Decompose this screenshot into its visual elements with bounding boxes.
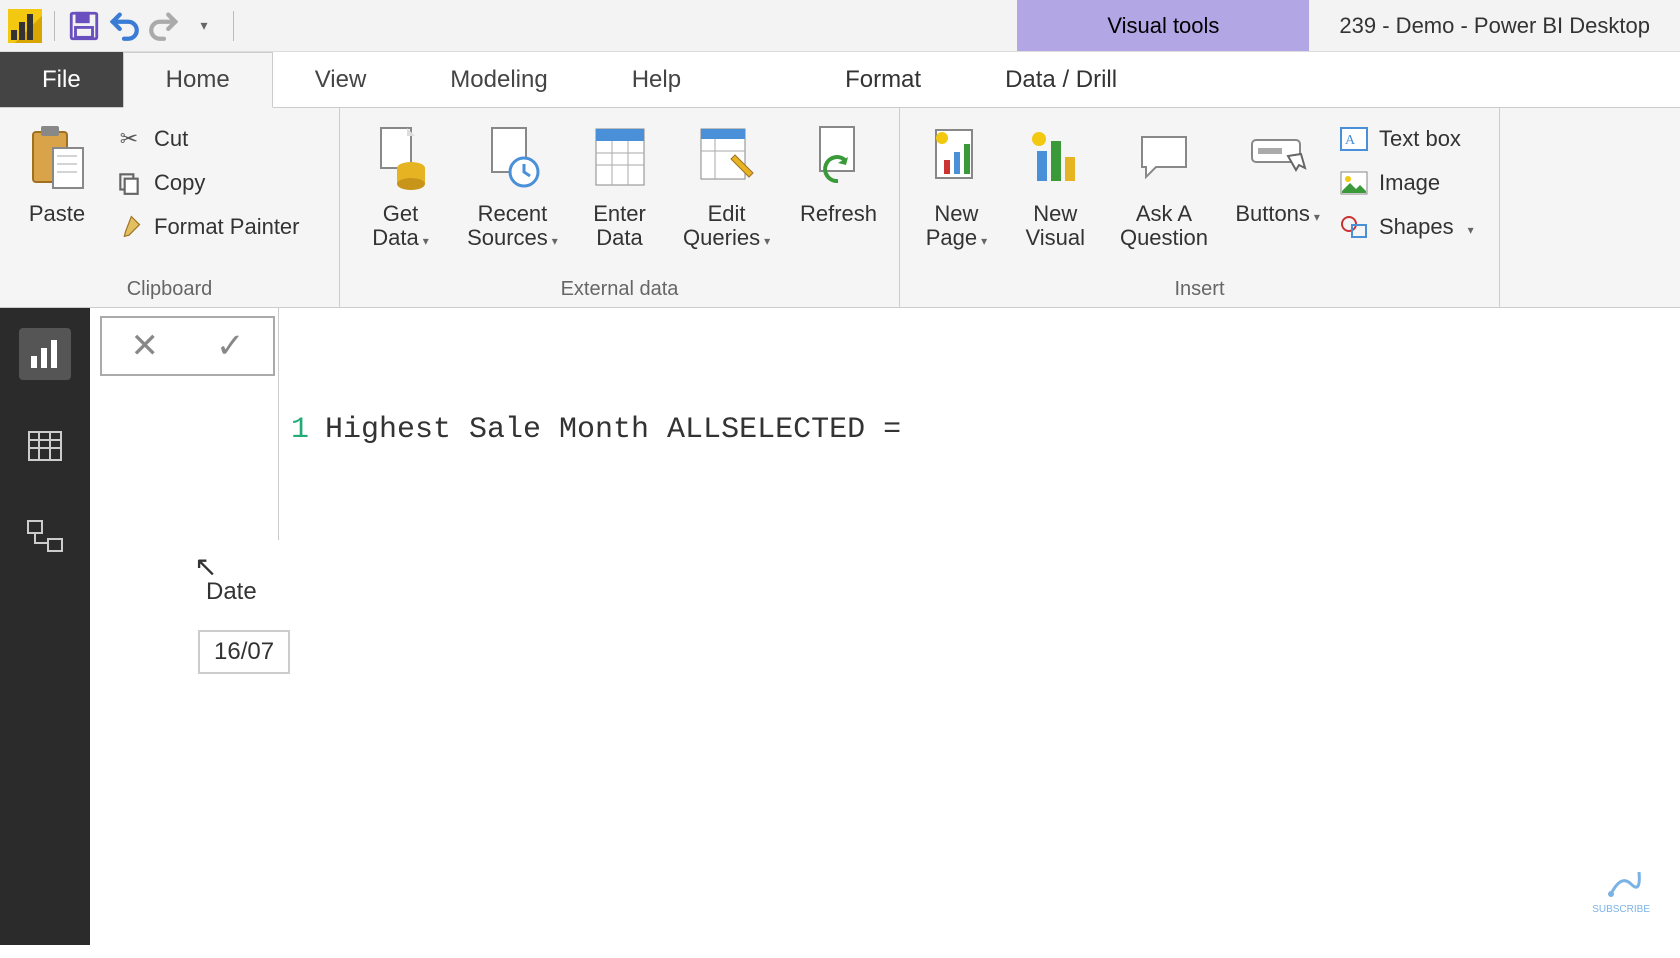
text-box-button[interactable]: AText box: [1337, 120, 1487, 158]
ribbon-tabs: File Home View Modeling Help Format Data…: [0, 52, 1680, 108]
get-data-icon: [371, 118, 431, 196]
group-insert: New Page New Visual Ask A Question Butto…: [900, 108, 1500, 307]
ask-question-button[interactable]: Ask A Question: [1110, 114, 1219, 250]
scissors-icon: ✂: [114, 124, 144, 154]
button-icon: [1248, 118, 1308, 196]
get-data-button[interactable]: Get Data: [352, 114, 449, 250]
subscribe-badge: SUBSCRIBE: [1592, 864, 1650, 915]
format-painter-button[interactable]: Format Painter: [112, 208, 302, 246]
tab-file[interactable]: File: [0, 52, 123, 107]
text-box-icon: A: [1339, 124, 1369, 154]
refresh-icon: [810, 118, 866, 196]
enter-data-icon: [592, 118, 648, 196]
tab-data-drill[interactable]: Data / Drill: [963, 52, 1159, 107]
image-button[interactable]: Image: [1337, 164, 1487, 202]
contextual-tab-header: Visual tools: [1017, 0, 1309, 51]
paintbrush-icon: [114, 212, 144, 242]
slicer-header: Date: [206, 578, 257, 606]
nav-model-view[interactable]: [19, 512, 71, 564]
paste-icon: [27, 118, 87, 196]
shapes-icon: [1339, 212, 1369, 242]
app-logo-icon: [8, 9, 42, 43]
redo-button[interactable]: [147, 9, 181, 43]
edit-queries-icon: [697, 118, 757, 196]
svg-text:A: A: [1345, 133, 1356, 148]
report-canvas[interactable]: ↖ Date 16/07: [90, 540, 1680, 945]
nav-data-view[interactable]: [19, 420, 71, 472]
new-visual-icon: [1027, 118, 1083, 196]
group-external-data: Get Data Recent Sources Enter Data Edit …: [340, 108, 900, 307]
document-title: 239 - Demo - Power BI Desktop: [1309, 0, 1680, 51]
new-page-icon: [928, 118, 984, 196]
save-button[interactable]: [67, 9, 101, 43]
tab-modeling[interactable]: Modeling: [408, 52, 589, 107]
copy-button[interactable]: Copy: [112, 164, 302, 202]
left-nav: [0, 308, 90, 945]
copy-icon: [114, 168, 144, 198]
cut-button[interactable]: ✂Cut: [112, 120, 302, 158]
formula-cancel-button[interactable]: ✕: [131, 326, 160, 366]
tab-help[interactable]: Help: [590, 52, 723, 107]
new-page-button[interactable]: New Page: [912, 114, 1001, 250]
tab-format[interactable]: Format: [803, 52, 963, 107]
image-icon: [1339, 168, 1369, 198]
new-visual-button[interactable]: New Visual: [1011, 114, 1100, 250]
refresh-button[interactable]: Refresh: [790, 114, 887, 226]
enter-data-button[interactable]: Enter Data: [576, 114, 663, 250]
ribbon: Paste ✂Cut Copy Format Painter Clipboard…: [0, 108, 1680, 308]
group-label-external: External data: [352, 274, 887, 305]
group-label-insert: Insert: [912, 274, 1487, 305]
group-clipboard: Paste ✂Cut Copy Format Painter Clipboard: [0, 108, 340, 307]
title-bar: ▾ Visual tools 239 - Demo - Power BI Des…: [0, 0, 1680, 52]
group-label-clipboard: Clipboard: [12, 274, 327, 305]
tab-home[interactable]: Home: [123, 52, 273, 108]
buttons-button[interactable]: Buttons: [1228, 114, 1327, 226]
nav-report-view[interactable]: [19, 328, 71, 380]
quick-access-toolbar: ▾: [0, 0, 248, 51]
shapes-button[interactable]: Shapes: [1337, 208, 1487, 246]
paste-button[interactable]: Paste: [12, 114, 102, 226]
formula-commit-button[interactable]: ✓: [216, 326, 245, 366]
speech-bubble-icon: [1136, 118, 1192, 196]
tab-view[interactable]: View: [273, 52, 409, 107]
edit-queries-button[interactable]: Edit Queries: [673, 114, 780, 250]
recent-sources-button[interactable]: Recent Sources: [459, 114, 566, 250]
formula-commit-box: ✕ ✓: [100, 316, 275, 376]
slicer-value[interactable]: 16/07: [198, 630, 290, 674]
qat-customize-button[interactable]: ▾: [187, 9, 221, 43]
recent-sources-icon: [482, 118, 542, 196]
undo-button[interactable]: [107, 9, 141, 43]
